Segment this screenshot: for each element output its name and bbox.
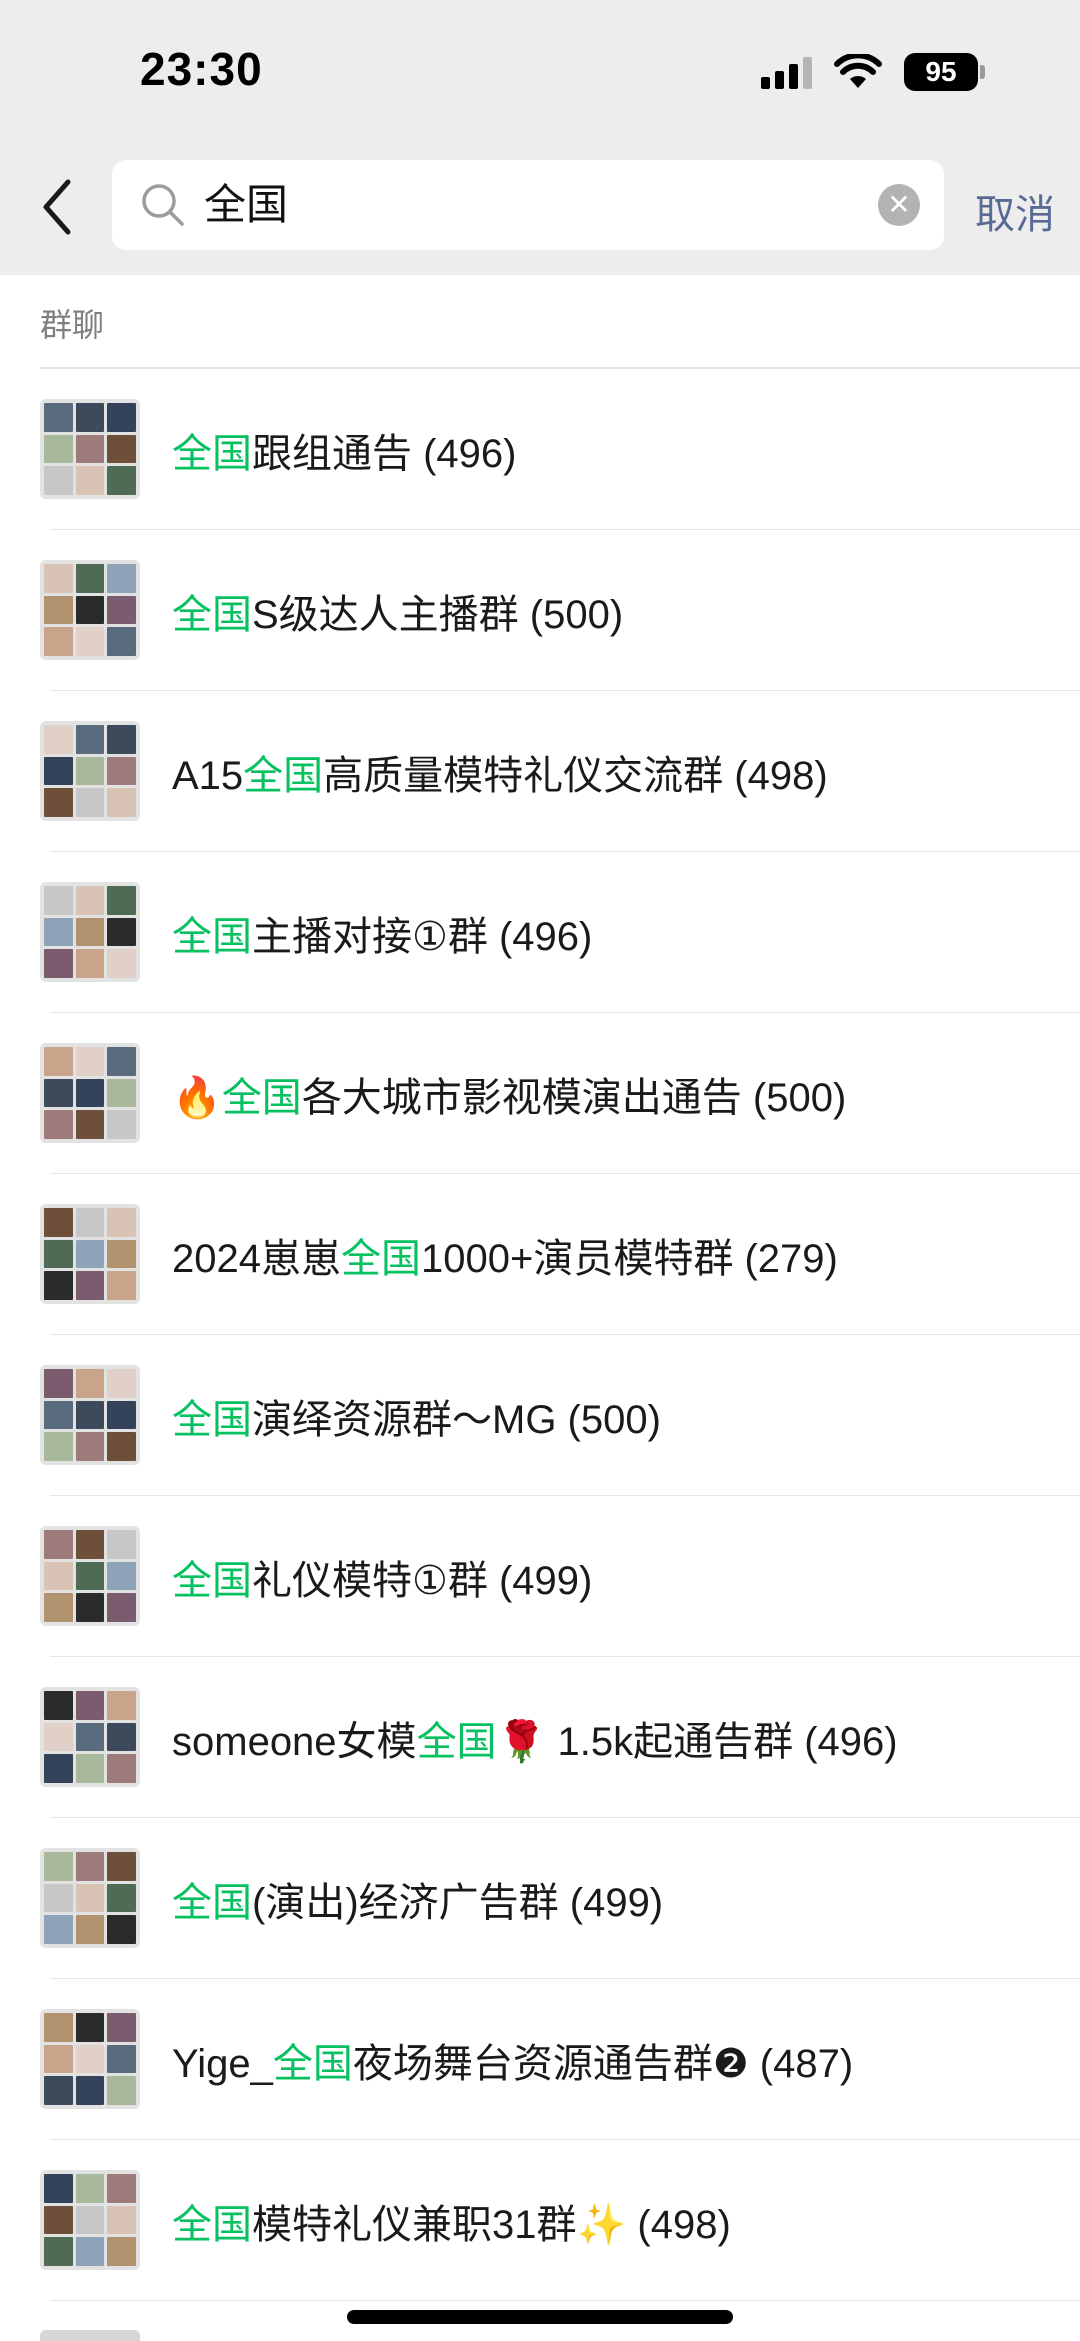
search-icon	[142, 184, 184, 226]
group-name: Yige_全国夜场舞台资源通告群❷ (487)	[172, 2031, 853, 2089]
group-name: someone女模全国🌹 1.5k起通告群 (496)	[172, 1709, 898, 1767]
group-name-part: S级达人主播群 (500)	[252, 593, 624, 637]
group-name-part: 模特礼仪兼职31群✨ (498)	[252, 2203, 731, 2247]
cancel-button[interactable]: 取消	[975, 182, 1055, 240]
home-indicator	[347, 2310, 733, 2324]
search-box[interactable]: 全国 ✕	[112, 160, 944, 250]
match-highlight: 全国	[172, 915, 252, 959]
group-name: 全国模特礼仪兼职31群✨ (498)	[172, 2192, 731, 2250]
status-icons: 95	[761, 52, 985, 92]
group-name-part: 高质量模特礼仪交流群 (498)	[323, 754, 828, 798]
match-highlight: 全国	[243, 754, 324, 798]
group-name-part: (演出)经济广告群 (499)	[252, 1881, 664, 1925]
list-item[interactable]: 全国演绎资源群～MG (500)	[0, 1335, 1080, 1496]
group-chat-results: 全国跟组通告 (496) 全国S级达人主播群 (500) A15全国高质量模特礼仪交…	[0, 369, 1080, 2301]
avatar	[40, 721, 140, 821]
list-item[interactable]: Yige_全国夜场舞台资源通告群❷ (487)	[0, 1979, 1080, 2140]
search-input[interactable]: 全国	[204, 178, 288, 232]
group-name-part: someone女模	[172, 1720, 417, 1764]
list-item[interactable]: 全国礼仪模特①群 (499)	[0, 1496, 1080, 1657]
wifi-icon	[834, 54, 882, 88]
group-name: 全国跟组通告 (496)	[172, 421, 517, 479]
group-name-part: 夜场舞台资源通告群❷ (487)	[352, 2042, 854, 2086]
group-name-part: Yige_	[172, 2042, 273, 2086]
avatar	[40, 1043, 140, 1143]
battery-level: 95	[904, 53, 978, 91]
group-name-part: 🔥	[172, 1076, 222, 1120]
battery-icon: 95	[904, 53, 985, 91]
group-name: 全国礼仪模特①群 (499)	[172, 1548, 592, 1606]
match-highlight: 全国	[416, 1720, 497, 1764]
avatar	[40, 1204, 140, 1304]
list-item[interactable]: 全国(演出)经济广告群 (499)	[0, 1818, 1080, 1979]
match-highlight: 全国	[172, 1398, 252, 1442]
match-highlight: 全国	[172, 593, 252, 637]
avatar	[40, 882, 140, 982]
list-item[interactable]: 全国主播对接①群 (496)	[0, 852, 1080, 1013]
match-highlight: 全国	[221, 1076, 302, 1120]
group-name: 🔥全国各大城市影视模演出通告 (500)	[172, 1065, 846, 1123]
group-name-part: A15	[172, 754, 244, 798]
list-item[interactable]: 全国模特礼仪兼职31群✨ (498)	[0, 2140, 1080, 2301]
group-name-part: 跟组通告 (496)	[252, 432, 517, 476]
match-highlight: 全国	[172, 1881, 252, 1925]
avatar	[40, 1365, 140, 1465]
list-item[interactable]: 2024崽崽全国1000+演员模特群 (279)	[0, 1174, 1080, 1335]
list-item[interactable]: 全国跟组通告 (496)	[0, 369, 1080, 530]
list-item[interactable]: 🔥全国各大城市影视模演出通告 (500)	[0, 1013, 1080, 1174]
back-chevron-icon[interactable]	[38, 172, 78, 242]
match-highlight: 全国	[172, 2203, 252, 2247]
list-item[interactable]: someone女模全国🌹 1.5k起通告群 (496)	[0, 1657, 1080, 1818]
group-name-part: 🌹 1.5k起通告群 (496)	[496, 1720, 898, 1764]
avatar	[40, 1848, 140, 1948]
top-bar: 23:30 95 全国 ✕ 取消	[0, 0, 1080, 275]
avatar	[40, 399, 140, 499]
group-name-part: 主播对接①群 (496)	[252, 915, 593, 959]
list-item[interactable]: 全国S级达人主播群 (500)	[0, 530, 1080, 691]
group-name: 全国S级达人主播群 (500)	[172, 582, 623, 640]
divider	[50, 2300, 1080, 2301]
group-name-part: 各大城市影视模演出通告 (500)	[301, 1076, 847, 1120]
avatar	[40, 560, 140, 660]
group-name-part: 1000+演员模特群 (279)	[420, 1237, 838, 1281]
group-name: 2024崽崽全国1000+演员模特群 (279)	[172, 1226, 838, 1284]
clear-icon[interactable]: ✕	[878, 184, 920, 226]
avatar	[40, 2330, 140, 2341]
match-highlight: 全国	[272, 2042, 353, 2086]
group-name-part: 礼仪模特①群 (499)	[252, 1559, 593, 1603]
section-title: 群聊	[40, 307, 105, 343]
avatar	[40, 1526, 140, 1626]
group-name: 全国主播对接①群 (496)	[172, 904, 592, 962]
match-highlight: 全国	[340, 1237, 421, 1281]
avatar	[40, 2009, 140, 2109]
list-item[interactable]: A15全国高质量模特礼仪交流群 (498)	[0, 691, 1080, 852]
match-highlight: 全国	[172, 1559, 252, 1603]
avatar	[40, 2170, 140, 2270]
avatar	[40, 1687, 140, 1787]
status-time: 23:30	[140, 43, 263, 95]
group-name: 全国(演出)经济广告群 (499)	[172, 1870, 663, 1928]
match-highlight: 全国	[172, 432, 252, 476]
group-name-part: 2024崽崽	[172, 1237, 341, 1281]
group-name-part: 演绎资源群～MG (500)	[252, 1398, 661, 1442]
group-name: A15全国高质量模特礼仪交流群 (498)	[172, 743, 828, 801]
group-name: 全国演绎资源群～MG (500)	[172, 1387, 661, 1445]
signal-icon	[761, 55, 812, 89]
